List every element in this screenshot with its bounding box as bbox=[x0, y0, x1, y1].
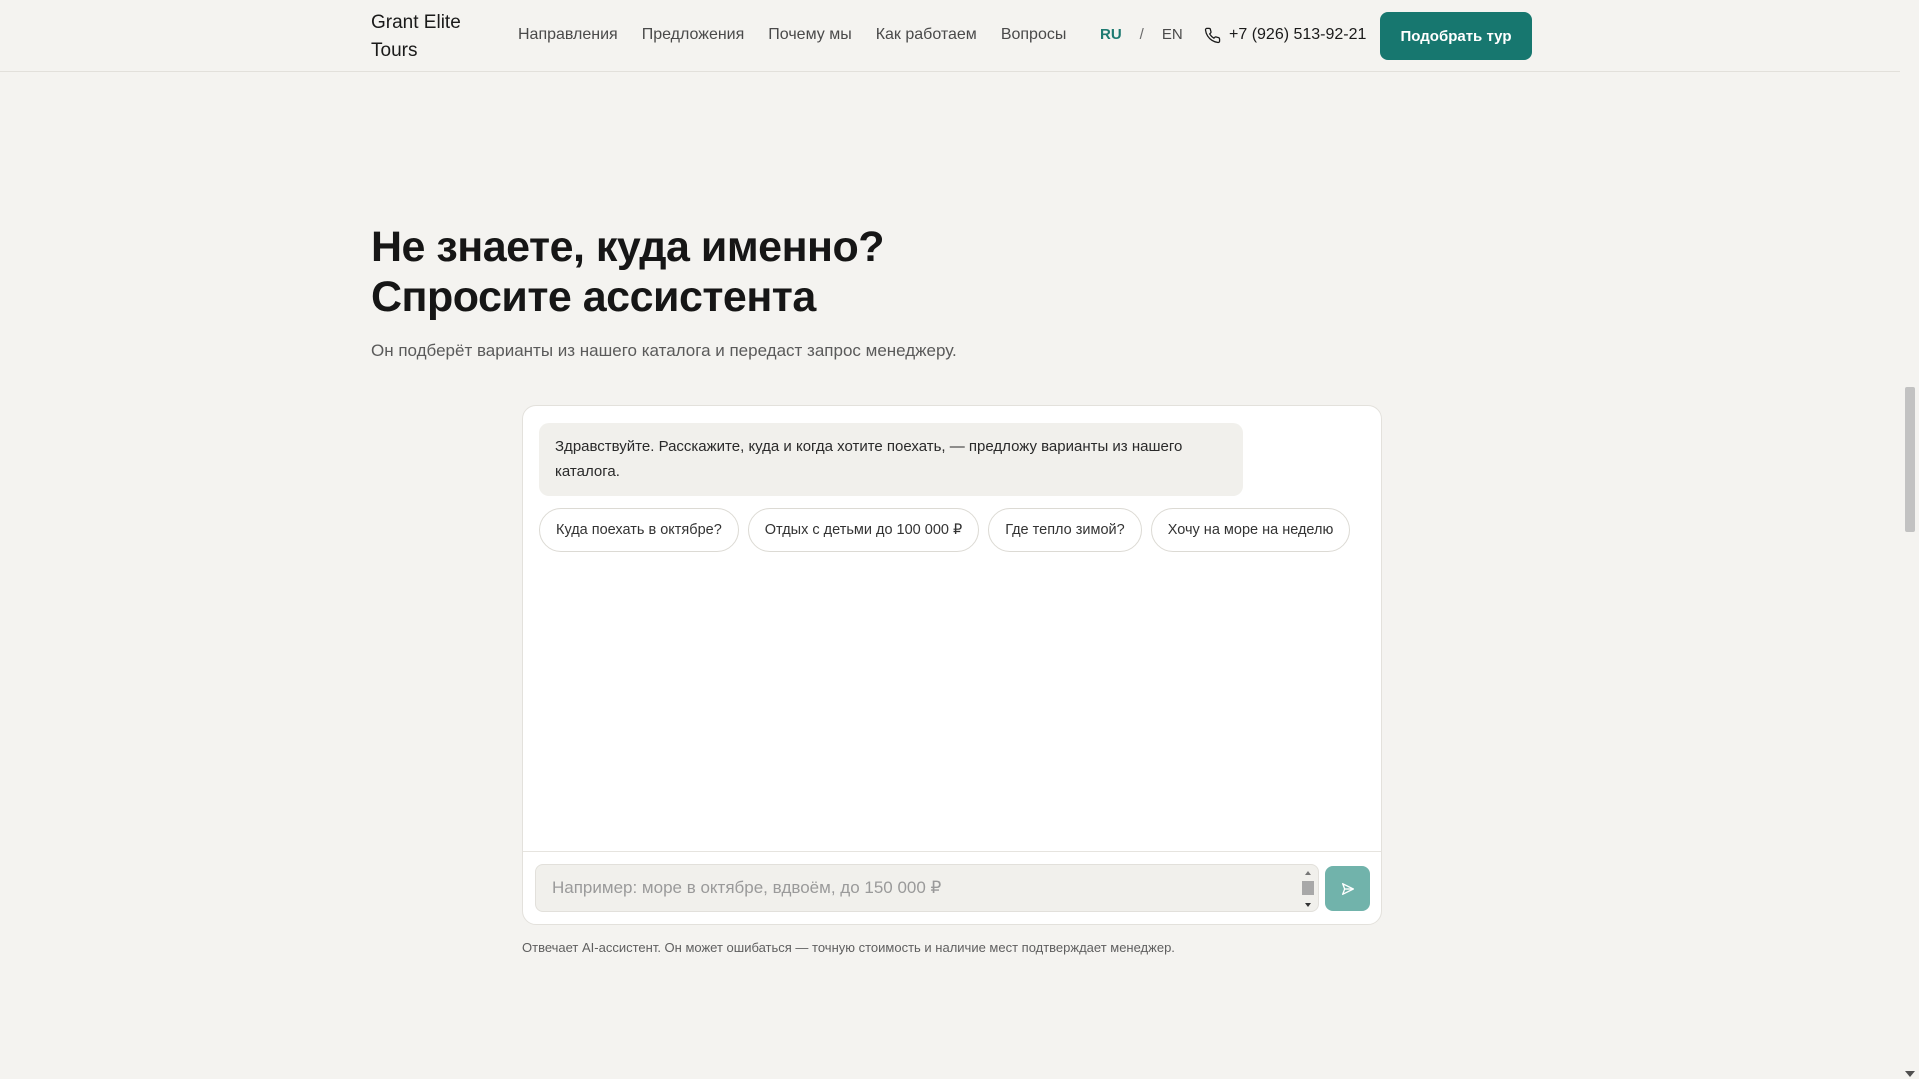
send-icon bbox=[1340, 881, 1356, 897]
phone-icon bbox=[1204, 27, 1221, 44]
assistant-chat: Здравствуйте. Расскажите, куда и когда х… bbox=[522, 405, 1382, 925]
suggestion-sea-week[interactable]: Хочу на море на неделю bbox=[1150, 508, 1351, 552]
send-button[interactable] bbox=[1325, 866, 1370, 911]
nav-item-why-us[interactable]: Почему мы bbox=[768, 24, 851, 46]
scroll-down-icon[interactable] bbox=[1305, 903, 1311, 907]
page-title: Не знаете, куда именно? Спросите ассисте… bbox=[371, 222, 1071, 322]
page-subtitle: Он подберёт варианты из нашего каталога … bbox=[371, 341, 957, 360]
message-input-wrapper bbox=[535, 864, 1319, 912]
pick-tour-button[interactable]: Подобрать тур bbox=[1380, 12, 1532, 60]
language-switcher: RU / EN bbox=[1100, 24, 1183, 46]
logo[interactable]: Grant Elite Tours bbox=[371, 9, 491, 65]
page-scrollbar[interactable] bbox=[1900, 0, 1919, 1079]
nav-item-faq[interactable]: Вопросы bbox=[1001, 24, 1067, 46]
suggestion-kids-budget[interactable]: Отдых с детьми до 100 000 ₽ bbox=[747, 508, 980, 552]
nav-item-how-we-work[interactable]: Как работаем bbox=[876, 24, 977, 46]
main-nav: Направления Предложения Почему мы Как ра… bbox=[518, 24, 1066, 46]
phone-number: +7 (926) 513-92-21 bbox=[1229, 26, 1367, 43]
chat-composer bbox=[523, 851, 1381, 924]
input-scrollbar[interactable] bbox=[1302, 871, 1314, 907]
suggestion-warm-winter[interactable]: Где тепло зимой? bbox=[988, 508, 1142, 552]
site-header: Grant Elite Tours Направления Предложени… bbox=[0, 0, 1900, 72]
assistant-message: Здравствуйте. Расскажите, куда и когда х… bbox=[539, 423, 1243, 496]
nav-item-offers[interactable]: Предложения bbox=[642, 24, 745, 46]
lang-ru[interactable]: RU bbox=[1100, 24, 1122, 46]
scroll-down-arrow-icon[interactable] bbox=[1905, 1071, 1915, 1077]
lang-en[interactable]: EN bbox=[1162, 24, 1183, 46]
suggestion-chips: Куда поехать в октябре? Отдых с детьми д… bbox=[539, 508, 1351, 552]
scroll-thumb[interactable] bbox=[1302, 881, 1314, 895]
nav-item-destinations[interactable]: Направления bbox=[518, 24, 618, 46]
suggestion-october[interactable]: Куда поехать в октябре? bbox=[539, 508, 739, 552]
page-scroll-thumb[interactable] bbox=[1905, 387, 1915, 532]
scroll-up-icon[interactable] bbox=[1305, 871, 1311, 875]
title-line-1: Не знаете, куда именно? bbox=[371, 223, 885, 271]
message-input[interactable] bbox=[536, 865, 1296, 911]
phone-link[interactable]: +7 (926) 513-92-21 bbox=[1204, 24, 1366, 46]
title-line-2: Спросите ассистента bbox=[371, 273, 816, 321]
lang-separator: / bbox=[1139, 26, 1144, 43]
ai-disclaimer: Отвечает AI-ассистент. Он может ошибатьс… bbox=[522, 940, 1175, 955]
